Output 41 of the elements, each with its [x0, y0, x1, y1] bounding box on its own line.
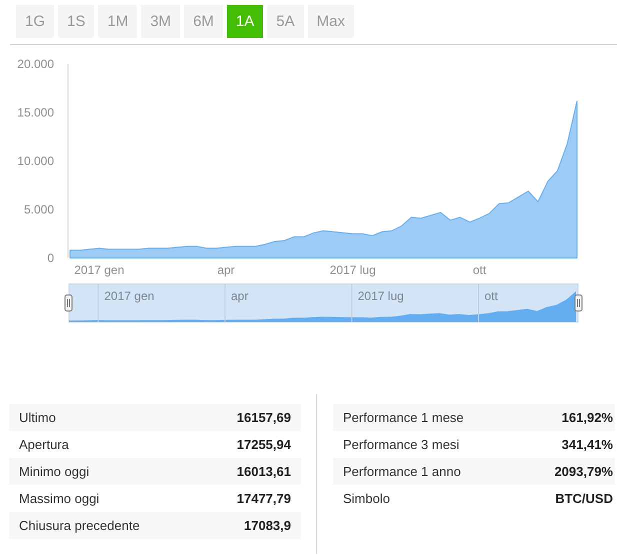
y-axis-label: 20.000 [17, 57, 54, 71]
stat-value: 341,41% [562, 437, 613, 452]
y-axis-label: 15.000 [17, 106, 54, 120]
navigator-handle[interactable] [574, 294, 582, 312]
stat-value: 16157,69 [236, 410, 291, 425]
stat-label: Performance 1 mese [343, 410, 464, 425]
navigator-label: 2017 lug [358, 289, 404, 303]
stat-value: 17255,94 [236, 437, 291, 452]
stat-label: Minimo oggi [19, 464, 90, 479]
stat-label: Performance 1 anno [343, 464, 461, 479]
stat-label: Ultimo [19, 410, 56, 425]
x-axis-label: apr [217, 263, 235, 277]
stat-value: 17477,79 [236, 491, 291, 506]
x-axis-label: 2017 gen [74, 263, 124, 277]
stat-value: 2093,79% [554, 464, 613, 479]
period-tab[interactable]: 6M [184, 5, 223, 38]
period-tab[interactable]: 1M [98, 5, 138, 38]
stat-label: Chiusura precedente [19, 518, 140, 533]
stat-value: BTC/USD [555, 491, 613, 506]
stat-value: 161,92% [562, 410, 613, 425]
stat-label: Massimo oggi [19, 491, 100, 506]
period-tab[interactable]: 3M [141, 5, 180, 38]
y-axis-label: 10.000 [17, 154, 54, 168]
stat-value: 16013,61 [236, 464, 291, 479]
y-axis-label: 5.000 [24, 202, 54, 216]
y-axis-label: 0 [47, 251, 54, 265]
period-tab[interactable]: 1A [226, 5, 264, 38]
period-tab[interactable]: 1S [58, 5, 94, 38]
navigator-label: ott [484, 289, 498, 303]
x-axis-label: 2017 lug [330, 263, 376, 277]
stat-label: Performance 3 mesi [343, 437, 460, 452]
navigator-handle[interactable] [64, 294, 72, 312]
navigator-label: apr [231, 289, 248, 303]
stat-label: Simbolo [343, 491, 390, 506]
navigator-label: 2017 gen [104, 289, 154, 303]
stat-value: 17083,9 [244, 518, 291, 533]
stat-label: Apertura [19, 437, 69, 452]
x-axis-label: ott [472, 263, 486, 277]
period-tab[interactable]: Max [308, 5, 354, 38]
period-tab[interactable]: 1G [16, 5, 54, 38]
period-tab[interactable]: 5A [267, 5, 304, 38]
